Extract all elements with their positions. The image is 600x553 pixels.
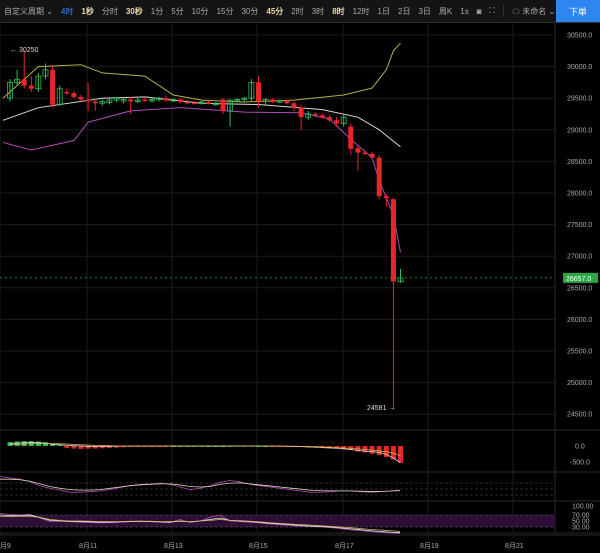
period-12[interactable]: 8时 [328, 6, 348, 17]
price-tick-label: 25000.0 [567, 380, 592, 387]
period-11[interactable]: 3时 [308, 6, 328, 17]
candle-body [92, 101, 98, 104]
period-8[interactable]: 30分 [237, 6, 262, 17]
order-button[interactable]: 下单 [556, 0, 600, 22]
candle-body [319, 115, 325, 118]
oscillator-k-line [0, 476, 401, 493]
macd-dif-line [9, 442, 401, 463]
candle-body [128, 99, 134, 102]
period-4[interactable]: 1分 [147, 6, 167, 17]
period-list: 4时 1秒 分时 30秒 1分 5分 10分 15分 30分 45分 2时 3时 8时 12时 1日 2日 3日… [57, 6, 456, 17]
candle-body [64, 91, 70, 94]
candle-body [362, 152, 368, 155]
candle-body [21, 79, 27, 86]
period-2[interactable]: 分时 [98, 6, 122, 17]
candle-body [312, 114, 318, 116]
cloud-icon: ☁ [512, 6, 521, 16]
price-tick-label: 25500.0 [567, 349, 592, 356]
camera-icon[interactable]: ◙ [473, 7, 486, 16]
price-tick-label: 28000.0 [567, 191, 592, 198]
period-0[interactable]: 4时 [57, 6, 77, 17]
candle-body [78, 96, 84, 100]
date-tick-label: 8月19 [420, 542, 439, 550]
price-tick-label: 27000.0 [567, 254, 592, 261]
period-14[interactable]: 1日 [374, 6, 394, 17]
candle-body [85, 99, 91, 102]
candle-body [71, 93, 77, 97]
macd-histogram-bar [71, 446, 77, 449]
candle-body [185, 101, 190, 104]
date-tick-label: 8月9 [0, 542, 11, 550]
candle-body [50, 69, 56, 105]
price-tick-label: 28500.0 [567, 159, 592, 166]
candle-body [163, 98, 169, 101]
price-tick-label: 30000.0 [567, 64, 592, 71]
date-tick-label: 8月11 [79, 542, 97, 550]
candle-body [177, 99, 183, 102]
date-tick-label: 8月17 [335, 542, 354, 550]
candle-body [348, 126, 354, 149]
macd-histogram-bar [14, 441, 20, 446]
candle-body [284, 100, 290, 104]
period-17[interactable]: 周K [435, 6, 456, 17]
price-tick-label: 26500.0 [567, 285, 592, 292]
price-tick-label: 27500.0 [567, 222, 592, 229]
period-1[interactable]: 1秒 [77, 6, 97, 17]
candle-body [298, 107, 304, 118]
period-6[interactable]: 10分 [188, 6, 213, 17]
price-tick-label: 24500.0 [567, 412, 592, 419]
period-7[interactable]: 15分 [213, 6, 238, 17]
candle-body [334, 120, 340, 124]
date-tick-label: 8月21 [505, 542, 524, 550]
candle-body [28, 85, 34, 89]
custom-period-dropdown[interactable]: 自定义周期 ⌄ [0, 6, 57, 17]
macd-tick-label: -500.0 [570, 460, 590, 467]
date-tick-label: 8月13 [164, 542, 183, 550]
macd-histogram-bar [64, 446, 70, 448]
fullscreen-icon[interactable]: ⛶ [486, 6, 500, 16]
price-tick-label: 29000.0 [567, 127, 592, 134]
rsi-tick-label: 30.00 [572, 525, 590, 532]
current-price-label: 26657.0 [566, 276, 591, 283]
candle-body [220, 99, 226, 111]
candle-body [291, 103, 297, 108]
cloud-layout-dropdown[interactable]: ☁ 未命名 ⌄ [508, 6, 559, 17]
candle-body [390, 199, 396, 282]
oscillator-d-line [0, 478, 401, 492]
low-annotation: 24581 → [367, 405, 395, 412]
candle-body [383, 196, 389, 199]
macd-tick-label: 0.0 [575, 444, 585, 451]
candle-body [376, 157, 382, 197]
candle-body [206, 101, 212, 104]
period-10[interactable]: 2时 [287, 6, 307, 17]
candle-body [142, 99, 148, 101]
candle-body [256, 82, 261, 102]
macd-histogram-bar [398, 446, 403, 463]
period-3[interactable]: 30秒 [122, 6, 147, 17]
divider [503, 5, 505, 17]
period-15[interactable]: 2日 [394, 6, 414, 17]
interval-1s-button[interactable]: 1s [456, 7, 472, 16]
high-annotation: ← 30250 [10, 47, 39, 54]
candle-body [355, 148, 361, 153]
rsi-tick-label: 100.00 [572, 504, 594, 511]
period-9[interactable]: 45分 [262, 6, 287, 17]
date-tick-label: 8月15 [249, 542, 268, 550]
price-tick-label: 30500.0 [567, 33, 592, 40]
candle-body [192, 102, 198, 105]
price-chart[interactable]: 30500.0 30000.0 29500.0 29000.0 28500.0 28000… [0, 23, 600, 553]
macd-histogram-bar [21, 441, 27, 446]
period-5[interactable]: 5分 [167, 6, 187, 17]
period-toolbar: 自定义周期 ⌄ 4时 1秒 分时 30秒 1分 5分 10分 15分 30分 45分 2时 3时 8时 1… [0, 0, 600, 23]
candle-body [327, 117, 332, 121]
price-tick-label: 26000.0 [567, 317, 592, 324]
period-13[interactable]: 12时 [349, 6, 374, 17]
price-tick-label: 29500.0 [567, 96, 592, 103]
macd-histogram-bar [43, 442, 48, 446]
period-16[interactable]: 3日 [414, 6, 434, 17]
macd-histogram-bar [7, 442, 13, 446]
candle-body [369, 153, 375, 158]
candle-body [270, 99, 276, 102]
